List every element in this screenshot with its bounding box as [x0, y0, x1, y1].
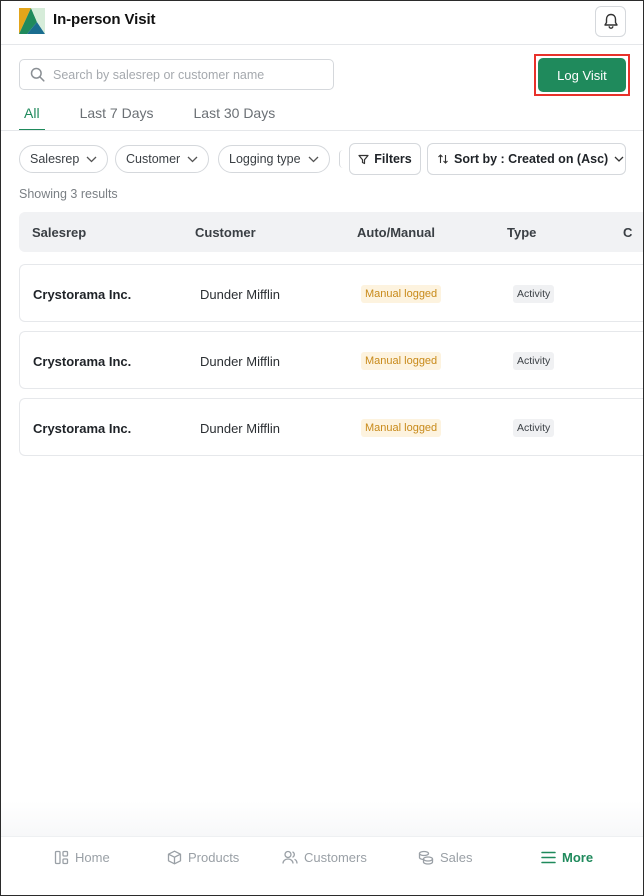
filters-button[interactable]: Filters [349, 143, 421, 175]
nav-item-more[interactable]: More [541, 850, 593, 865]
type-badge: Activity [513, 285, 555, 303]
table-row[interactable]: Crystorama Inc. Dunder Mifflin Manual lo… [19, 331, 643, 389]
salesrep-cell: Crystorama Inc. [33, 287, 132, 302]
column-header-auto-manual[interactable]: Auto/Manual [357, 225, 435, 240]
nav-label: Home [75, 850, 110, 865]
manual-logged-badge: Manual logged [361, 352, 442, 370]
chip-label: Salesrep [30, 152, 80, 166]
chip-label: Customer [126, 152, 181, 166]
date-range-tabs: All Last 7 Days Last 30 Days [19, 101, 310, 131]
type-badge: Activity [513, 419, 555, 437]
log-visit-highlight: Log Visit [534, 54, 630, 96]
nav-label: More [562, 850, 594, 865]
box-icon [167, 850, 182, 865]
chevron-down-icon [187, 156, 198, 162]
menu-icon [541, 851, 556, 864]
search-input[interactable] [53, 67, 323, 82]
table-row[interactable]: Crystorama Inc. Dunder Mifflin Manual lo… [19, 398, 643, 456]
tabs-divider [1, 130, 643, 131]
home-icon [54, 850, 69, 865]
customer-cell: Dunder Mifflin [200, 354, 280, 369]
table-header: Salesrep Customer Auto/Manual Type C [19, 212, 643, 252]
coins-icon [418, 850, 434, 865]
results-count: Showing 3 results [19, 187, 118, 201]
column-header-customer[interactable]: Customer [195, 225, 256, 240]
salesrep-cell: Crystorama Inc. [33, 421, 132, 436]
partial-chip-edge [339, 150, 343, 168]
bottom-navigation: Home Products Customers Sales More [1, 836, 643, 895]
manual-logged-badge: Manual logged [361, 419, 442, 437]
bell-icon [603, 13, 618, 29]
chip-label: Logging type [229, 152, 301, 166]
type-badge: Activity [513, 352, 555, 370]
sort-icon [438, 154, 448, 164]
chevron-down-icon [86, 156, 97, 162]
nav-label: Customers [304, 850, 367, 865]
users-icon [282, 850, 298, 864]
top-header: In-person Visit [1, 1, 643, 45]
chevron-down-icon [614, 156, 624, 162]
nav-item-products[interactable]: Products [167, 850, 239, 865]
nav-item-sales[interactable]: Sales [418, 850, 473, 865]
sort-label: Sort by : Created on (Asc) [454, 152, 609, 166]
log-visit-button[interactable]: Log Visit [538, 58, 626, 92]
filters-label: Filters [374, 152, 412, 166]
salesrep-filter-chip[interactable]: Salesrep [19, 145, 109, 173]
tab-last-7-days[interactable]: Last 7 Days [75, 101, 159, 131]
app-frame: In-person Visit Log Visit All Last 7 Day… [0, 0, 644, 896]
table-row[interactable]: Crystorama Inc. Dunder Mifflin Manual lo… [19, 264, 643, 322]
nav-item-home[interactable]: Home [54, 850, 110, 865]
nav-label: Sales [440, 850, 473, 865]
notifications-button[interactable] [595, 6, 626, 37]
tab-all[interactable]: All [19, 101, 45, 131]
column-header-type[interactable]: Type [507, 225, 536, 240]
sort-button[interactable]: Sort by : Created on (Asc) [427, 143, 626, 175]
column-header-truncated[interactable]: C [623, 225, 632, 240]
customer-filter-chip[interactable]: Customer [115, 145, 210, 173]
logging-type-filter-chip[interactable]: Logging type [218, 145, 330, 173]
salesrep-cell: Crystorama Inc. [33, 354, 132, 369]
chevron-down-icon [308, 156, 319, 162]
customer-cell: Dunder Mifflin [200, 287, 280, 302]
nav-label: Products [188, 850, 240, 865]
customer-cell: Dunder Mifflin [200, 421, 280, 436]
manual-logged-badge: Manual logged [361, 285, 442, 303]
page-title: In-person Visit [53, 11, 156, 28]
nav-item-customers[interactable]: Customers [282, 850, 367, 865]
search-box[interactable] [19, 59, 334, 90]
column-header-salesrep[interactable]: Salesrep [32, 225, 86, 240]
filter-icon [358, 154, 369, 164]
search-icon [30, 67, 45, 82]
brand-logo-icon [19, 8, 45, 34]
bottom-fade [1, 801, 643, 836]
tab-last-30-days[interactable]: Last 30 Days [189, 101, 281, 131]
